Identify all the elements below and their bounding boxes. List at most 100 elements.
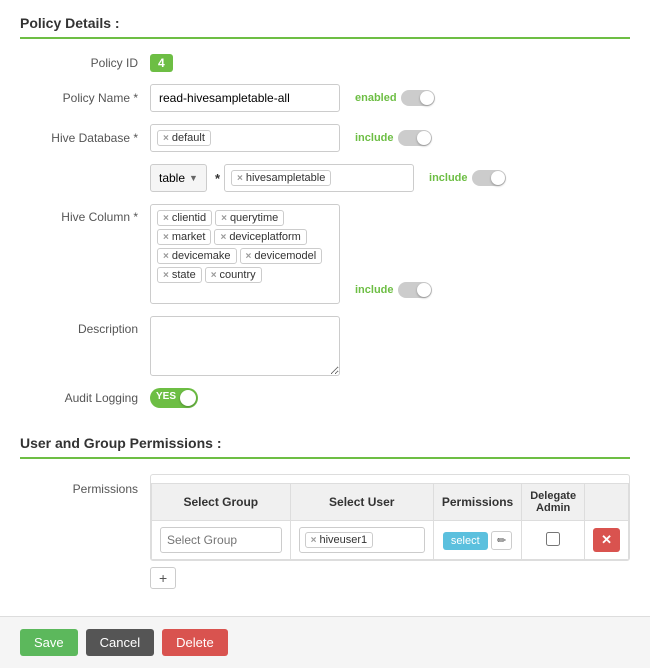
- col-delegate-header: Delegate Admin: [522, 484, 585, 521]
- policy-name-input[interactable]: [150, 84, 340, 112]
- include-toggle-col-wrapper: include: [355, 282, 432, 298]
- policy-details-title: Policy Details :: [20, 15, 630, 39]
- enabled-label: enabled: [355, 92, 397, 104]
- hive-col-tag-remove[interactable]: ×: [220, 232, 226, 243]
- policy-id-badge: 4: [150, 54, 173, 72]
- col-user-header: Select User: [290, 484, 433, 521]
- audit-toggle-knob: [180, 390, 196, 406]
- hive-col-tag-remove[interactable]: ×: [163, 213, 169, 224]
- delete-cell: ✕: [585, 521, 629, 560]
- table-dropdown-btn[interactable]: table ▼: [150, 164, 207, 192]
- delegate-cell: [522, 521, 585, 560]
- hive-db-row: Hive Database * × default include: [20, 124, 630, 152]
- audit-yes-label: YES: [156, 391, 176, 402]
- audit-logging-area: YES: [150, 388, 630, 408]
- edit-icon: ✏: [497, 535, 506, 547]
- delete-row-button[interactable]: ✕: [593, 528, 620, 552]
- hive-table-tag: × hivesampletable: [231, 170, 331, 186]
- hive-col-tag-remove[interactable]: ×: [211, 270, 217, 281]
- user-tag-label: hiveuser1: [319, 534, 367, 546]
- hive-table-tag-label: hivesampletable: [246, 172, 326, 184]
- policy-name-row: Policy Name * enabled: [20, 84, 630, 112]
- enabled-toggle-wrapper: enabled: [355, 90, 435, 106]
- hive-col-tag-remove[interactable]: ×: [163, 251, 169, 262]
- include-label-col: include: [355, 284, 394, 296]
- include-toggle-table[interactable]: [472, 170, 506, 186]
- col-group-header: Select Group: [152, 484, 291, 521]
- audit-logging-label: Audit Logging: [20, 391, 150, 405]
- hive-col-tag-remove[interactable]: ×: [163, 232, 169, 243]
- permissions-cell: select ✏: [433, 521, 521, 560]
- save-button[interactable]: Save: [20, 629, 78, 656]
- include-toggle-db[interactable]: [398, 130, 432, 146]
- include-toggle-col[interactable]: [398, 282, 432, 298]
- admin-label: Admin: [536, 502, 570, 514]
- delegate-admin-checkbox[interactable]: [546, 532, 560, 546]
- hive-db-input-box[interactable]: × default: [150, 124, 340, 152]
- hive-column-input-box[interactable]: ×clientid×querytime×market×deviceplatfor…: [150, 204, 340, 304]
- add-row-button[interactable]: +: [150, 567, 176, 589]
- description-label: Description: [20, 316, 150, 336]
- select-permissions-button[interactable]: select: [443, 532, 488, 550]
- include-label-table: include: [429, 172, 468, 184]
- enabled-toggle-knob: [420, 91, 434, 105]
- hive-column-tag: ×querytime: [215, 210, 284, 226]
- hive-col-tag-remove[interactable]: ×: [163, 270, 169, 281]
- hive-column-row: Hive Column * ×clientid×querytime×market…: [20, 204, 630, 304]
- include-toggle-table-wrapper: include: [429, 170, 506, 186]
- table-dropdown-label: table: [159, 171, 185, 185]
- table-row-area: table ▼ * × hivesampletable include: [150, 164, 630, 192]
- delegate-label: Delegate: [530, 490, 576, 502]
- audit-toggle-wrapper: YES: [150, 388, 198, 408]
- audit-toggle[interactable]: YES: [150, 388, 198, 408]
- policy-name-label: Policy Name *: [20, 91, 150, 105]
- hive-column-tag: ×market: [157, 229, 211, 245]
- permissions-table: Select Group Select User Permissions Del…: [151, 483, 629, 560]
- policy-id-row: Policy ID 4: [20, 54, 630, 72]
- col-action-header: [585, 484, 629, 521]
- permissions-row: Permissions Select Group Select User Per…: [20, 474, 630, 589]
- hive-column-label: Hive Column *: [20, 204, 150, 224]
- hive-col-tag-remove[interactable]: ×: [221, 213, 227, 224]
- hive-db-tag-remove[interactable]: ×: [163, 133, 169, 144]
- hive-db-label: Hive Database *: [20, 131, 150, 145]
- policy-id-area: 4: [150, 54, 630, 72]
- select-group-input[interactable]: [160, 527, 282, 553]
- user-tag-remove[interactable]: ×: [311, 535, 317, 546]
- hive-table-tag-remove[interactable]: ×: [237, 173, 243, 184]
- description-row: Description: [20, 316, 630, 376]
- hive-column-tag: ×devicemodel: [240, 248, 323, 264]
- policy-name-area: enabled: [150, 84, 630, 112]
- include-toggle-col-knob: [417, 283, 431, 297]
- user-tag-box[interactable]: × hiveuser1: [299, 527, 425, 553]
- enabled-toggle[interactable]: [401, 90, 435, 106]
- hive-column-area: ×clientid×querytime×market×deviceplatfor…: [150, 204, 630, 304]
- hive-column-tag: ×country: [205, 267, 262, 283]
- description-input[interactable]: [150, 316, 340, 376]
- col-permissions-header: Permissions: [433, 484, 521, 521]
- include-toggle-table-knob: [491, 171, 505, 185]
- permissions-table-wrapper: Select Group Select User Permissions Del…: [150, 474, 630, 561]
- edit-permissions-button[interactable]: ✏: [491, 531, 512, 550]
- bottom-buttons-bar: Save Cancel Delete: [0, 616, 650, 668]
- table-asterisk: *: [215, 171, 220, 186]
- delete-button[interactable]: Delete: [162, 629, 228, 656]
- include-toggle-db-knob: [417, 131, 431, 145]
- hive-table-input-box[interactable]: × hivesampletable: [224, 164, 414, 192]
- cancel-button[interactable]: Cancel: [86, 629, 154, 656]
- hive-column-tag: ×state: [157, 267, 202, 283]
- permissions-header-row: Select Group Select User Permissions Del…: [152, 484, 629, 521]
- policy-id-label: Policy ID: [20, 56, 150, 70]
- audit-logging-row: Audit Logging YES: [20, 388, 630, 408]
- description-area: [150, 316, 630, 376]
- user-cell: × hiveuser1: [290, 521, 433, 560]
- group-cell: [152, 521, 291, 560]
- hive-db-tag-label: default: [172, 132, 205, 144]
- hive-column-tag: ×deviceplatform: [214, 229, 306, 245]
- hive-col-tag-remove[interactable]: ×: [246, 251, 252, 262]
- table-dropdown-wrapper: table ▼ *: [150, 164, 224, 192]
- permissions-area: Select Group Select User Permissions Del…: [150, 474, 630, 589]
- include-toggle-db-wrapper: include: [355, 130, 432, 146]
- chevron-down-icon: ▼: [189, 173, 198, 183]
- hive-db-tag: × default: [157, 130, 211, 146]
